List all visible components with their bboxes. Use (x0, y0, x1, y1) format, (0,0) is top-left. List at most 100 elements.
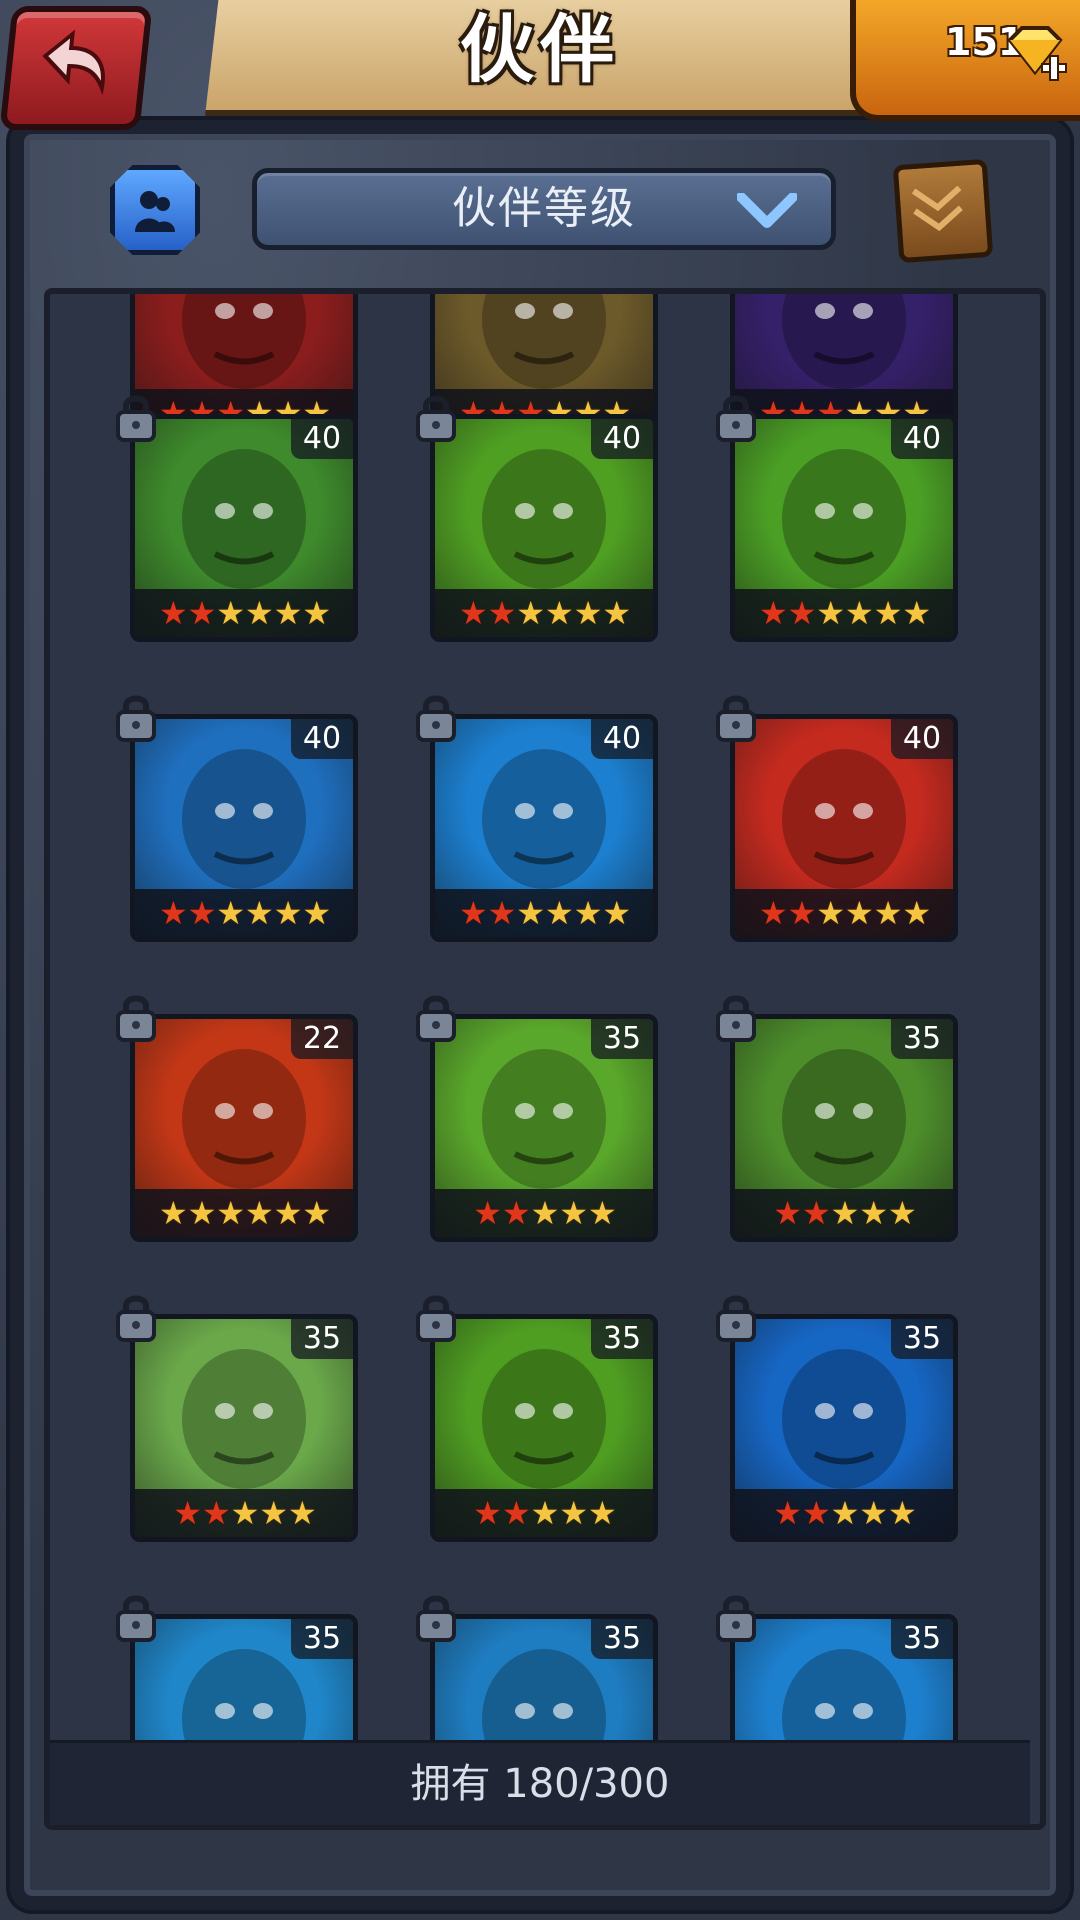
star-icon: ★ (501, 1494, 531, 1532)
star-icon: ★ (273, 594, 303, 632)
partner-level: 35 (891, 1019, 953, 1059)
star-icon: ★ (158, 894, 188, 932)
star-icon: ★ (602, 894, 631, 932)
page-title: 伙伴 (460, 7, 620, 93)
partner-card[interactable]: 40 ★ ★ ★ ★ ★ ★ (430, 414, 658, 642)
star-icon: ★ (545, 894, 574, 932)
partner-level: 35 (891, 1319, 953, 1359)
star-icon: ★ (487, 594, 517, 632)
partner-level: 35 (891, 1619, 953, 1659)
star-icon: ★ (859, 1194, 888, 1232)
lock-icon[interactable] (114, 394, 158, 444)
star-icon: ★ (859, 1494, 888, 1532)
friend-icon (135, 191, 175, 232)
partner-level: 40 (891, 719, 953, 759)
star-icon: ★ (245, 1194, 274, 1232)
lock-icon[interactable] (714, 1594, 758, 1644)
partner-card[interactable]: 35 ★ ★ ★ ★ ★ (430, 1314, 658, 1542)
star-icon: ★ (158, 1194, 188, 1232)
lock-icon[interactable] (114, 994, 158, 1044)
star-rating: ★ ★ ★ ★ ★ (135, 1489, 353, 1537)
partner-card[interactable]: 40 ★ ★ ★ ★ ★ ★ (130, 414, 358, 642)
partner-level: 35 (291, 1319, 353, 1359)
star-icon: ★ (830, 1494, 860, 1532)
partner-level: 35 (291, 1619, 353, 1659)
star-icon: ★ (873, 594, 903, 632)
star-icon: ★ (873, 894, 903, 932)
lock-icon[interactable] (414, 1594, 458, 1644)
partner-card[interactable]: 35 ★ ★ ★ ★ ★ (130, 1314, 358, 1542)
partner-card[interactable]: 22 ★ ★ ★ ★ ★ ★ (130, 1014, 358, 1242)
partner-level: 35 (591, 1019, 653, 1059)
lock-icon[interactable] (114, 1294, 158, 1344)
star-rating: ★ ★ ★ ★ ★ (435, 1189, 653, 1237)
star-icon: ★ (801, 1194, 831, 1232)
star-icon: ★ (588, 1194, 617, 1232)
gem-count: 151 (945, 20, 1025, 64)
partner-card[interactable]: 35 ★ ★ ★ ★ ★ (730, 1314, 958, 1542)
star-icon: ★ (158, 594, 188, 632)
lock-icon[interactable] (714, 994, 758, 1044)
star-icon: ★ (259, 1494, 288, 1532)
star-icon: ★ (845, 894, 874, 932)
owned-count: 拥有 180/300 (50, 1740, 1030, 1825)
partner-card[interactable]: 40 ★ ★ ★ ★ ★ ★ (730, 714, 958, 942)
partner-grid[interactable]: ★ ★ ★ ★ ★ ★ ★ ★ ★ ★ ★ ★ ★ ★ ★ ★ ★ ★ 40 ★ ★ ★ ★ ★ ★ 40 ★ ★ ★ ★ ★ ★ 40 ★ ★ ★ ★… (44, 288, 1046, 1830)
partner-card[interactable]: 40 ★ ★ ★ ★ ★ ★ (430, 714, 658, 942)
star-icon: ★ (902, 594, 931, 632)
partner-card[interactable]: 40 ★ ★ ★ ★ ★ ★ (130, 714, 358, 942)
star-icon: ★ (273, 1194, 303, 1232)
lock-icon[interactable] (414, 394, 458, 444)
back-arrow-icon (42, 29, 105, 96)
partner-card[interactable]: 35 ★ ★ ★ ★ ★ (730, 1014, 958, 1242)
star-icon: ★ (816, 594, 845, 632)
star-rating: ★ ★ ★ ★ ★ (735, 1189, 953, 1237)
partner-card[interactable]: 35 ★ ★ ★ ★ ★ (430, 1014, 658, 1242)
back-button[interactable] (0, 6, 153, 130)
star-icon: ★ (245, 594, 274, 632)
lock-icon[interactable] (714, 694, 758, 744)
star-icon: ★ (173, 1494, 202, 1532)
star-icon: ★ (787, 894, 817, 932)
lock-icon[interactable] (714, 1294, 758, 1344)
star-icon: ★ (458, 894, 488, 932)
star-icon: ★ (245, 894, 274, 932)
star-icon: ★ (816, 894, 845, 932)
star-rating: ★ ★ ★ ★ ★ (735, 1489, 953, 1537)
star-rating: ★ ★ ★ ★ ★ ★ (735, 889, 953, 937)
star-icon: ★ (288, 1494, 317, 1532)
lock-icon[interactable] (414, 1294, 458, 1344)
star-icon: ★ (187, 594, 217, 632)
star-icon: ★ (888, 1494, 917, 1532)
star-icon: ★ (273, 894, 303, 932)
lock-icon[interactable] (414, 694, 458, 744)
star-icon: ★ (758, 894, 788, 932)
star-icon: ★ (559, 1494, 588, 1532)
partner-level: 35 (591, 1319, 653, 1359)
star-icon: ★ (458, 594, 488, 632)
partner-card[interactable]: 40 ★ ★ ★ ★ ★ ★ (730, 414, 958, 642)
star-rating: ★ ★ ★ ★ ★ ★ (135, 889, 353, 937)
star-icon: ★ (888, 1194, 917, 1232)
chevron-down-icon (737, 193, 797, 228)
partner-level: 40 (291, 719, 353, 759)
diamond-plus-icon[interactable] (1000, 20, 1070, 90)
star-icon: ★ (187, 1194, 217, 1232)
star-icon: ★ (773, 1494, 802, 1532)
lock-icon[interactable] (414, 994, 458, 1044)
lock-icon[interactable] (114, 694, 158, 744)
star-icon: ★ (216, 1194, 245, 1232)
star-icon: ★ (501, 1194, 531, 1232)
star-icon: ★ (473, 1494, 502, 1532)
map-scroll-icon (911, 185, 963, 232)
star-icon: ★ (473, 1194, 502, 1232)
star-rating: ★ ★ ★ ★ ★ (435, 1489, 653, 1537)
star-icon: ★ (516, 594, 545, 632)
map-scroll-button[interactable] (892, 158, 994, 264)
lock-icon[interactable] (714, 394, 758, 444)
lock-icon[interactable] (114, 1594, 158, 1644)
star-icon: ★ (545, 594, 574, 632)
sort-dropdown[interactable]: 伙伴等级 (252, 168, 836, 250)
star-icon: ★ (302, 594, 331, 632)
friend-filter-button[interactable] (110, 165, 200, 255)
